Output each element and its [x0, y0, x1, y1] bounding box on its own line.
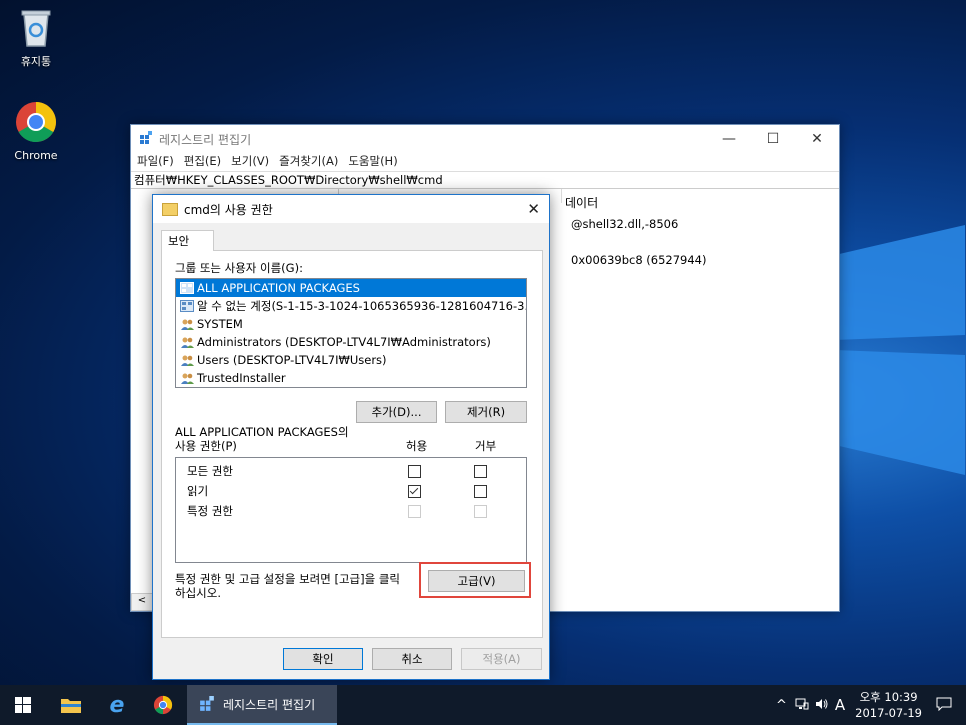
add-button[interactable]: 추가(D)... [356, 401, 437, 423]
deny-full-control-checkbox[interactable] [474, 465, 487, 478]
user-name: TrustedInstaller [197, 371, 286, 385]
clock-date: 2017-07-19 [855, 706, 922, 720]
maximize-button[interactable]: ☐ [751, 131, 795, 147]
network-icon[interactable] [795, 698, 809, 713]
user-list-item[interactable]: ALL APPLICATION PACKAGES [176, 279, 526, 297]
user-group-icon [181, 355, 194, 366]
permissions-label: 사용 권한(P) [175, 439, 237, 453]
menu-favorites[interactable]: 즐겨찾기(A) [279, 153, 338, 171]
action-center-icon[interactable] [936, 697, 952, 714]
desktop-icon-recycle-bin[interactable]: 휴지통 [4, 8, 68, 69]
permission-read-label: 읽기 [187, 484, 209, 498]
regedit-titlebar[interactable]: 레지스트리 편집기 — ☐ ✕ [131, 125, 839, 153]
tree-scroll-left-button[interactable]: < [131, 593, 153, 611]
user-list-item[interactable]: Administrators (DESKTOP-LTV4L7I₩Administ… [176, 333, 526, 351]
user-group-icon [181, 319, 194, 330]
user-list[interactable]: ALL APPLICATION PACKAGES 알 수 없는 계정(S-1-1… [175, 278, 527, 388]
clock-time: 오후 10:39 [859, 690, 918, 704]
user-list-item[interactable]: 알 수 없는 계정(S-1-15-3-1024-1065365936-12816… [176, 297, 526, 315]
dialog-close-button[interactable]: ✕ [527, 200, 540, 218]
deny-special-checkbox [474, 505, 487, 518]
user-list-item[interactable]: Users (DESKTOP-LTV4L7I₩Users) [176, 351, 526, 369]
ok-button[interactable]: 확인 [283, 648, 363, 670]
clock[interactable]: 오후 10:39 2017-07-19 [855, 689, 922, 721]
user-name: ALL APPLICATION PACKAGES [197, 281, 360, 295]
user-group-icon [181, 373, 194, 384]
user-group-icon [181, 337, 194, 348]
recycle-bin-label: 휴지통 [20, 55, 52, 68]
dialog-title: cmd의 사용 권한 [184, 202, 273, 217]
recycle-bin-icon [4, 8, 68, 51]
apply-button: 적용(A) [461, 648, 542, 670]
input-language-indicator[interactable]: A [835, 696, 845, 714]
allow-read-checkbox[interactable] [408, 485, 421, 498]
permission-full-control-label: 모든 권한 [187, 464, 233, 478]
unknown-account-icon [180, 300, 194, 312]
start-button[interactable] [0, 685, 46, 725]
taskbar-app-label: 레지스트리 편집기 [223, 697, 316, 712]
remove-button[interactable]: 제거(R) [445, 401, 527, 423]
group-user-label: 그룹 또는 사용자 이름(G): [175, 261, 303, 275]
value-data-row[interactable]: @shell32.dll,-8506 [571, 217, 678, 231]
menu-help[interactable]: 도움말(H) [348, 153, 397, 171]
chrome-label: Chrome [14, 149, 58, 162]
system-tray: ^ A 오후 10:39 2017-07-19 [776, 685, 966, 725]
chrome-icon [4, 100, 68, 147]
deny-read-checkbox[interactable] [474, 485, 487, 498]
user-name: Users (DESKTOP-LTV4L7I₩Users) [197, 353, 387, 367]
user-list-item[interactable]: SYSTEM [176, 315, 526, 333]
show-hidden-icons-chevron[interactable]: ^ [776, 698, 787, 713]
app-package-icon [180, 282, 194, 294]
advanced-hint-text-2: 하십시오. [175, 586, 221, 600]
permission-special-label: 특정 권한 [187, 504, 233, 518]
desktop-icon-chrome[interactable]: Chrome [4, 100, 68, 162]
volume-icon[interactable] [815, 698, 829, 713]
menu-edit[interactable]: 편집(E) [184, 153, 221, 171]
dialog-titlebar[interactable]: cmd의 사용 권한 ✕ [153, 195, 549, 223]
taskbar-file-explorer[interactable] [50, 685, 92, 725]
internet-explorer-icon: e [109, 692, 125, 718]
address-bar[interactable]: 컴퓨터₩HKEY_CLASSES_ROOT₩Directory₩shell₩cm… [131, 171, 839, 189]
cancel-button[interactable]: 취소 [372, 648, 452, 670]
taskbar-internet-explorer[interactable]: e [96, 685, 138, 725]
user-list-item[interactable]: TrustedInstaller [176, 369, 526, 387]
advanced-button[interactable]: 고급(V) [428, 570, 525, 592]
column-header-data[interactable]: 데이터 [565, 194, 598, 211]
close-button[interactable]: ✕ [795, 131, 839, 147]
folder-icon [162, 202, 178, 216]
taskbar: e 레지스트리 편집기 ^ A 오후 10:39 2017-07-19 [0, 685, 966, 725]
allow-special-checkbox [408, 505, 421, 518]
tab-security[interactable]: 보안 [161, 230, 214, 251]
minimize-button[interactable]: — [707, 131, 751, 147]
menu-file[interactable]: 파일(F) [137, 153, 174, 171]
permissions-dialog: cmd의 사용 권한 ✕ 보안 그룹 또는 사용자 이름(G): ALL APP… [152, 194, 550, 680]
taskbar-chrome[interactable] [142, 685, 184, 725]
regedit-menubar: 파일(F) 편집(E) 보기(V) 즐겨찾기(A) 도움말(H) [131, 153, 839, 171]
value-data-row[interactable]: 0x00639bc8 (6527944) [571, 253, 707, 267]
taskbar-registry-editor[interactable]: 레지스트리 편집기 [187, 685, 337, 725]
column-divider[interactable] [561, 189, 562, 203]
menu-view[interactable]: 보기(V) [231, 153, 269, 171]
regedit-title: 레지스트리 편집기 [159, 132, 252, 147]
user-name: SYSTEM [197, 317, 243, 331]
regedit-app-icon [200, 696, 214, 711]
allow-column-header: 허용 [406, 439, 428, 453]
chrome-icon [153, 695, 173, 715]
regedit-app-icon [139, 130, 153, 148]
user-name: 알 수 없는 계정(S-1-15-3-1024-1065365936-12816… [197, 299, 526, 313]
deny-column-header: 거부 [475, 439, 497, 453]
windows-start-icon [15, 697, 31, 713]
allow-full-control-checkbox[interactable] [408, 465, 421, 478]
user-name: Administrators (DESKTOP-LTV4L7I₩Administ… [197, 335, 491, 349]
folder-icon [61, 699, 81, 713]
permissions-list: 모든 권한 읽기 특정 권한 [175, 457, 527, 563]
